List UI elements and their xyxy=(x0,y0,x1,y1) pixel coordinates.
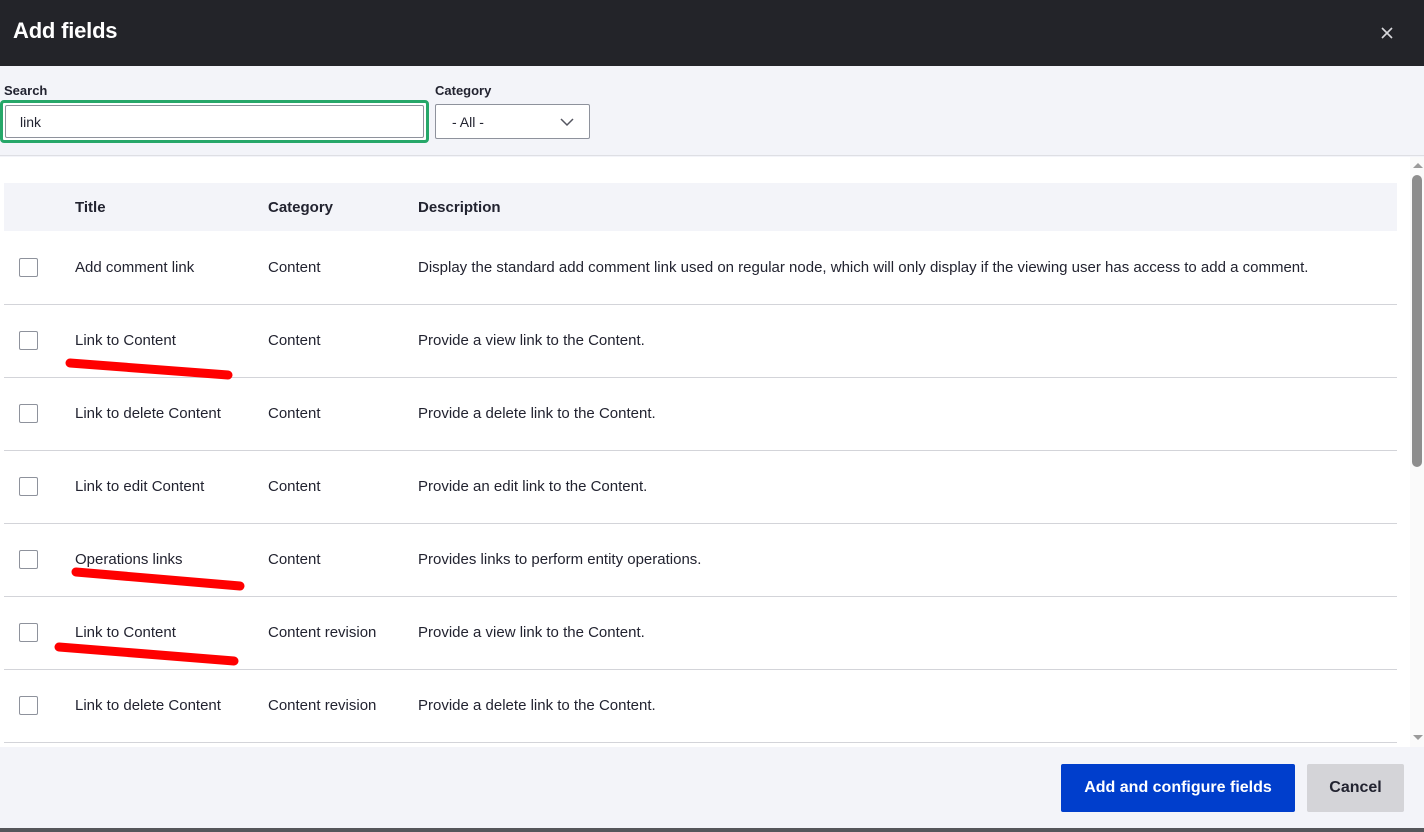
table-row[interactable]: Operations links Content Provides links … xyxy=(4,523,1397,596)
table-row[interactable]: Link to delete Content Content revision … xyxy=(4,669,1397,742)
scrollbar-thumb[interactable] xyxy=(1412,175,1422,467)
row-checkbox[interactable] xyxy=(19,623,38,642)
fields-table: Title Category Description Add comment l… xyxy=(4,183,1397,743)
dialog-titlebar: Add fields xyxy=(0,0,1424,66)
vertical-scrollbar[interactable] xyxy=(1410,157,1424,747)
row-title: Link to delete Content xyxy=(75,697,221,714)
close-icon xyxy=(1381,27,1393,39)
row-category: Content xyxy=(268,405,321,422)
row-checkbox[interactable] xyxy=(19,331,38,350)
row-description: Provide a delete link to the Content. xyxy=(418,697,656,714)
row-description: Provides links to perform entity operati… xyxy=(418,551,702,568)
search-label: Search xyxy=(4,83,48,98)
row-checkbox[interactable] xyxy=(19,404,38,423)
row-description: Provide a view link to the Content. xyxy=(418,624,645,641)
table-row[interactable]: Link to Content Content Provide a view l… xyxy=(4,304,1397,377)
row-checkbox[interactable] xyxy=(19,550,38,569)
row-category: Content xyxy=(268,332,321,349)
row-title: Operations links xyxy=(75,551,183,568)
chevron-down-icon xyxy=(560,118,574,127)
table-header-row: Title Category Description xyxy=(4,183,1397,231)
row-title: Link to delete Content xyxy=(75,405,221,422)
dialog-title: Add fields xyxy=(13,18,118,43)
scroll-up-arrow-icon[interactable] xyxy=(1413,163,1423,168)
row-description: Provide a view link to the Content. xyxy=(418,332,645,349)
cancel-button[interactable]: Cancel xyxy=(1307,764,1404,812)
category-label: Category xyxy=(435,83,492,98)
scroll-down-arrow-icon[interactable] xyxy=(1413,735,1423,740)
add-and-configure-fields-button[interactable]: Add and configure fields xyxy=(1061,764,1295,812)
add-fields-dialog: Add fields Search Category - All - Title… xyxy=(0,0,1424,828)
row-checkbox[interactable] xyxy=(19,696,38,715)
row-title: Add comment link xyxy=(75,258,195,276)
row-description: Display the standard add comment link us… xyxy=(418,258,1309,276)
row-title: Link to edit Content xyxy=(75,478,205,495)
row-category: Content xyxy=(268,478,321,495)
row-category: Content revision xyxy=(268,624,377,641)
column-header-category: Category xyxy=(268,198,334,216)
close-button[interactable] xyxy=(1376,22,1398,44)
select-column-header xyxy=(4,183,75,231)
row-description: Provide a delete link to the Content. xyxy=(418,405,656,422)
row-category: Content xyxy=(268,551,321,568)
row-category: Content revision xyxy=(268,697,377,714)
column-header-title: Title xyxy=(75,198,106,216)
table-row[interactable]: Link to edit Content Content Provide an … xyxy=(4,450,1397,523)
search-input[interactable] xyxy=(5,105,424,138)
category-selected-value: - All - xyxy=(452,114,484,130)
table-row[interactable]: Link to Content Content revision Provide… xyxy=(4,596,1397,669)
fields-list-region: Title Category Description Add comment l… xyxy=(0,157,1424,747)
search-focus-ring xyxy=(0,100,429,143)
row-checkbox[interactable] xyxy=(19,477,38,496)
table-row[interactable]: Link to delete Content Content Provide a… xyxy=(4,377,1397,450)
category-select[interactable]: - All - xyxy=(435,104,590,139)
dialog-footer: Add and configure fields Cancel xyxy=(0,747,1424,828)
table-row[interactable]: Add comment link Content Display the sta… xyxy=(4,231,1397,304)
row-title: Link to Content xyxy=(75,624,176,641)
column-header-description: Description xyxy=(418,198,501,216)
row-description: Provide an edit link to the Content. xyxy=(418,478,648,495)
row-category: Content xyxy=(268,258,321,276)
row-title: Link to Content xyxy=(75,332,176,349)
row-checkbox[interactable] xyxy=(19,257,38,277)
